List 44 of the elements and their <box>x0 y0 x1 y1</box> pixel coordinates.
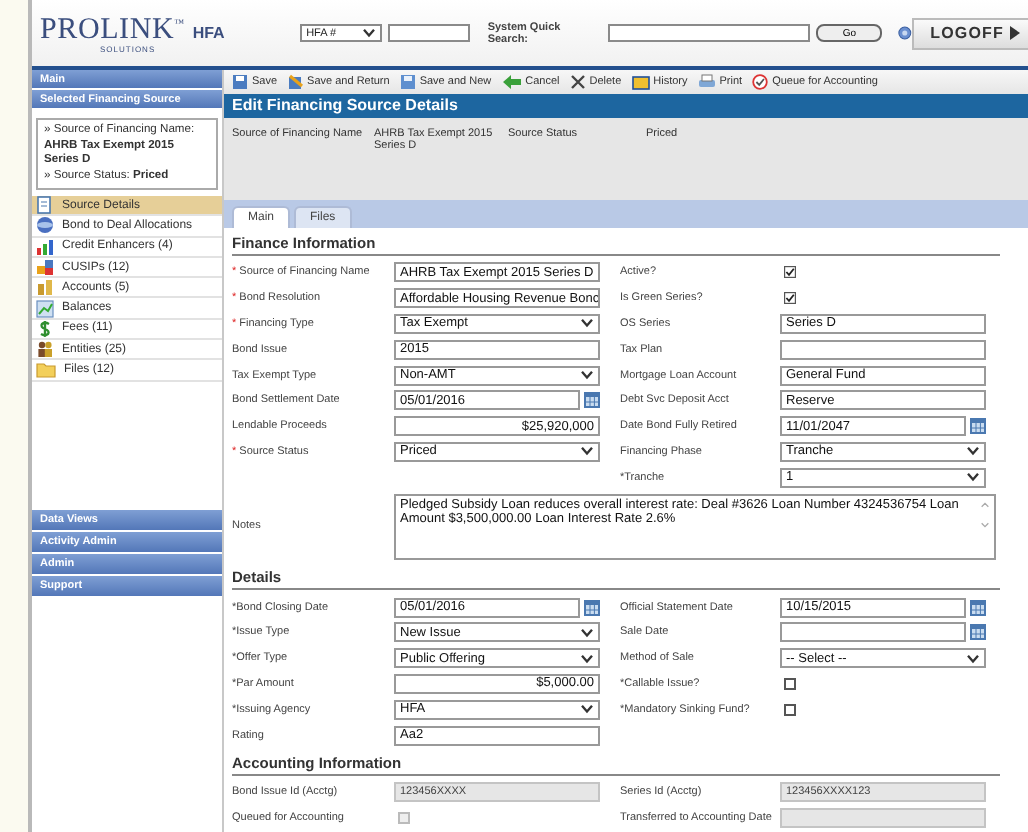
dropdown-caret-icon <box>966 446 980 457</box>
scroll-arrows-icon <box>980 497 990 532</box>
coins-icon <box>36 278 54 297</box>
date-field[interactable] <box>780 622 966 643</box>
text-field[interactable] <box>780 339 986 360</box>
check-circle-icon <box>752 74 769 90</box>
dropdown-caret-icon <box>966 472 980 483</box>
calendar-icon[interactable] <box>584 599 600 616</box>
dropdown-caret-icon <box>362 28 376 38</box>
checkbox[interactable] <box>784 292 796 305</box>
lookup-field[interactable] <box>388 24 470 42</box>
help-icon[interactable] <box>898 26 913 40</box>
calendar-icon[interactable] <box>970 624 986 641</box>
dropdown-caret-icon <box>580 704 594 715</box>
play-triangle-icon <box>1010 26 1021 40</box>
checkbox[interactable] <box>784 677 796 690</box>
people-icon <box>36 340 54 359</box>
checkbox[interactable] <box>784 266 796 279</box>
bar-chart-icon <box>36 237 54 256</box>
folder-icon <box>631 74 650 90</box>
dropdown-caret-icon <box>580 318 594 329</box>
chart-icon <box>36 299 54 318</box>
calendar-icon[interactable] <box>584 392 600 409</box>
x-icon <box>569 74 586 90</box>
checkbox[interactable] <box>784 703 796 716</box>
dropdown-caret-icon <box>966 653 980 664</box>
quick-search-field[interactable] <box>608 24 811 42</box>
dollar-sign-icon <box>36 319 54 338</box>
globe-icon <box>36 216 54 235</box>
folder-icon <box>36 362 56 379</box>
calendar-icon[interactable] <box>970 599 986 616</box>
dropdown-caret-icon <box>580 370 594 381</box>
left-arrow-icon <box>501 74 522 90</box>
printer-icon <box>697 74 716 90</box>
dropdown-caret-icon <box>580 446 594 457</box>
logo-text: PROLINK$^{™}$ <box>40 13 185 46</box>
dropdown-caret-icon <box>580 653 594 664</box>
calendar-icon[interactable] <box>970 418 986 435</box>
dropdown-caret-icon <box>580 627 594 638</box>
cubes-icon <box>36 258 54 277</box>
page-title: Edit Financing Source Details <box>224 94 1028 118</box>
floppy-arrow-icon <box>287 74 304 90</box>
product-label: HFA <box>192 23 225 41</box>
logoff-button[interactable]: LOGOFF <box>912 17 1028 49</box>
